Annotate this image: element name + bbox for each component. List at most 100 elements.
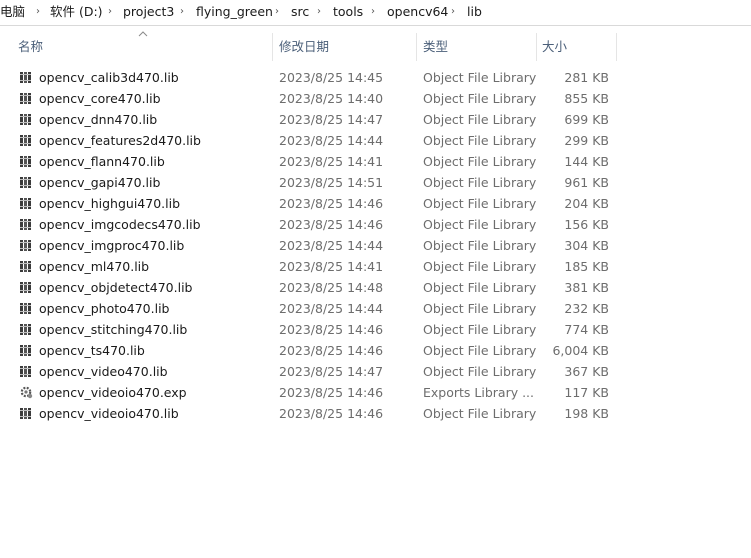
file-type: Object File Library (423, 196, 537, 211)
breadcrumb-item-project3[interactable]: project3 (123, 3, 174, 21)
chevron-right-icon[interactable]: › (272, 3, 282, 21)
file-modified-date: 2023/8/25 14:45 (279, 70, 384, 85)
file-row[interactable]: opencv_ml470.lib 2023/8/25 14:41 Object Fi… (16, 256, 616, 277)
file-size: 204 KB (564, 196, 609, 211)
file-row[interactable]: opencv_video470.lib 2023/8/25 14:47 Object… (16, 361, 616, 382)
library-file-icon (19, 364, 33, 378)
file-size: 699 KB (564, 112, 609, 127)
library-file-icon (19, 301, 33, 315)
column-divider[interactable] (536, 33, 537, 61)
file-type: Object File Library (423, 175, 537, 190)
file-type: Object File Library (423, 133, 537, 148)
file-name: opencv_dnn470.lib (39, 112, 158, 127)
file-name: opencv_objdetect470.lib (39, 280, 193, 295)
file-modified-date: 2023/8/25 14:47 (279, 364, 384, 379)
chevron-right-icon[interactable]: › (105, 3, 115, 21)
library-file-icon (19, 343, 33, 357)
file-row[interactable]: opencv_imgproc470.lib 2023/8/25 14:44 Obje… (16, 235, 616, 256)
file-row[interactable]: opencv_gapi470.lib 2023/8/25 14:51 Object … (16, 172, 616, 193)
breadcrumb-item-drive-d[interactable]: 软件 (D:) (50, 3, 103, 21)
chevron-right-icon[interactable]: › (448, 3, 458, 21)
file-name: opencv_core470.lib (39, 91, 161, 106)
file-name: opencv_features2d470.lib (39, 133, 201, 148)
file-size: 381 KB (564, 280, 609, 295)
file-name: opencv_ml470.lib (39, 259, 150, 274)
file-modified-date: 2023/8/25 14:44 (279, 301, 384, 316)
file-size: 299 KB (564, 133, 609, 148)
file-size: 232 KB (564, 301, 609, 316)
library-file-icon (19, 406, 33, 420)
library-file-icon (19, 217, 33, 231)
file-type: Object File Library (423, 322, 537, 337)
file-row[interactable]: opencv_calib3d470.lib 2023/8/25 14:45 Obje… (16, 67, 616, 88)
file-name: opencv_imgcodecs470.lib (39, 217, 201, 232)
library-file-icon (19, 154, 33, 168)
file-size: 156 KB (564, 217, 609, 232)
library-file-icon (19, 259, 33, 273)
file-row[interactable]: opencv_core470.lib 2023/8/25 14:40 Object … (16, 88, 616, 109)
file-row[interactable]: opencv_flann470.lib 2023/8/25 14:41 Object… (16, 151, 616, 172)
file-modified-date: 2023/8/25 14:46 (279, 343, 384, 358)
file-size: 367 KB (564, 364, 609, 379)
file-type: Exports Library ... (423, 385, 535, 400)
library-file-icon (19, 70, 33, 84)
breadcrumb-item-tools[interactable]: tools (333, 3, 363, 21)
chevron-right-icon[interactable]: › (177, 3, 187, 21)
file-modified-date: 2023/8/25 14:46 (279, 406, 384, 421)
file-type: Object File Library (423, 238, 537, 253)
file-row[interactable]: opencv_dnn470.lib 2023/8/25 14:47 Object F… (16, 109, 616, 130)
file-size: 144 KB (564, 154, 609, 169)
file-size: 961 KB (564, 175, 609, 190)
file-name: opencv_flann470.lib (39, 154, 165, 169)
breadcrumb-item-opencv64[interactable]: opencv64 (387, 3, 448, 21)
file-row[interactable]: opencv_photo470.lib 2023/8/25 14:44 Object… (16, 298, 616, 319)
chevron-right-icon[interactable]: › (368, 3, 378, 21)
file-row[interactable]: opencv_imgcodecs470.lib 2023/8/25 14:46 Ob… (16, 214, 616, 235)
file-size: 774 KB (564, 322, 609, 337)
file-modified-date: 2023/8/25 14:40 (279, 91, 384, 106)
file-modified-date: 2023/8/25 14:47 (279, 112, 384, 127)
file-modified-date: 2023/8/25 14:41 (279, 259, 384, 274)
file-type: Object File Library (423, 301, 537, 316)
chevron-right-icon[interactable]: › (33, 3, 43, 21)
file-size: 304 KB (564, 238, 609, 253)
file-name: opencv_highgui470.lib (39, 196, 181, 211)
file-row[interactable]: opencv_stitching470.lib 2023/8/25 14:46 Ob… (16, 319, 616, 340)
column-divider[interactable] (616, 33, 617, 61)
file-row[interactable]: opencv_objdetect470.lib 2023/8/25 14:48 Ob… (16, 277, 616, 298)
breadcrumb-item-lib[interactable]: lib (467, 3, 482, 21)
column-header-type[interactable]: 类型 (423, 27, 448, 61)
file-name: opencv_video470.lib (39, 364, 168, 379)
file-name: opencv_videoio470.exp (39, 385, 187, 400)
column-header-name[interactable]: 名称 (18, 27, 43, 61)
library-file-icon (19, 133, 33, 147)
file-row[interactable]: opencv_ts470.lib 2023/8/25 14:46 Object Fi… (16, 340, 616, 361)
column-header-date[interactable]: 修改日期 (279, 27, 329, 61)
file-modified-date: 2023/8/25 14:46 (279, 217, 384, 232)
file-row[interactable]: opencv_features2d470.lib 2023/8/25 14:44 O… (16, 130, 616, 151)
file-type: Object File Library (423, 154, 537, 169)
library-file-icon (19, 322, 33, 336)
file-modified-date: 2023/8/25 14:51 (279, 175, 384, 190)
file-row[interactable]: opencv_videoio470.lib 2023/8/25 14:46 Obje… (16, 403, 616, 424)
file-row[interactable]: opencv_videoio470.exp 2023/8/25 14:46 Expo… (16, 382, 616, 403)
sort-ascending-icon[interactable] (137, 30, 149, 38)
breadcrumb-item-src[interactable]: src (291, 3, 309, 21)
file-name: opencv_calib3d470.lib (39, 70, 179, 85)
file-type: Object File Library (423, 112, 537, 127)
chevron-right-icon[interactable]: › (314, 3, 324, 21)
breadcrumb-item-computer[interactable]: 电脑 (0, 3, 25, 21)
column-divider[interactable] (416, 33, 417, 61)
column-header-size[interactable]: 大小 (542, 27, 567, 61)
column-divider[interactable] (272, 33, 273, 61)
breadcrumb-item-flying-green[interactable]: flying_green (196, 3, 273, 21)
file-type: Object File Library (423, 280, 537, 295)
file-modified-date: 2023/8/25 14:41 (279, 154, 384, 169)
file-modified-date: 2023/8/25 14:46 (279, 385, 384, 400)
file-row[interactable]: opencv_highgui470.lib 2023/8/25 14:46 Obje… (16, 193, 616, 214)
file-name: opencv_photo470.lib (39, 301, 170, 316)
file-size: 117 KB (564, 385, 609, 400)
file-type: Object File Library (423, 91, 537, 106)
file-modified-date: 2023/8/25 14:46 (279, 322, 384, 337)
file-name: opencv_imgproc470.lib (39, 238, 185, 253)
